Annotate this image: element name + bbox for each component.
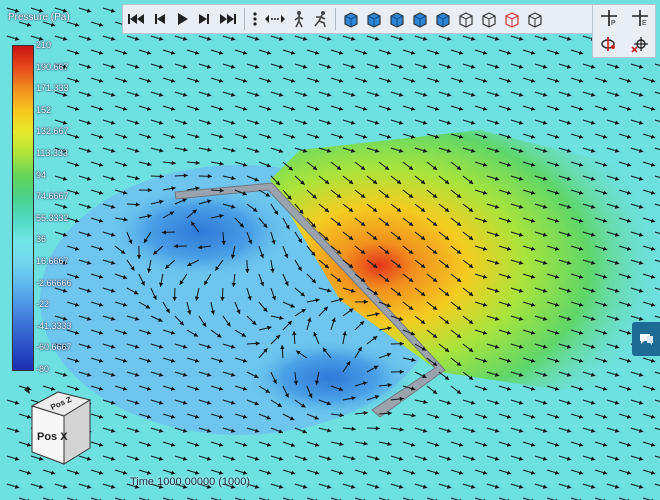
legend-tick-label: 171.333 bbox=[36, 83, 69, 94]
walk-mode-icon[interactable] bbox=[288, 7, 310, 31]
legend-colorbar bbox=[12, 45, 34, 371]
chat-bubble-icon bbox=[640, 334, 653, 345]
legend-tick-label: 152 bbox=[36, 104, 52, 115]
target-remove-icon[interactable] bbox=[624, 31, 655, 57]
legend-tick-label: -80 bbox=[36, 364, 50, 374]
legend-tick-label: 74.6667 bbox=[36, 191, 69, 202]
toolbar-separator bbox=[244, 8, 245, 30]
step-forward-icon[interactable] bbox=[193, 7, 215, 31]
probe-edge-icon[interactable]: E bbox=[624, 5, 655, 31]
legend-tick-label: 94 bbox=[36, 169, 47, 180]
step-back-icon[interactable] bbox=[149, 7, 171, 31]
skip-to-start-icon[interactable] bbox=[123, 7, 149, 31]
play-icon[interactable] bbox=[171, 7, 193, 31]
toolbar-separator bbox=[335, 8, 336, 30]
cube-front-label: Pos X bbox=[37, 431, 68, 443]
view-solid-top-icon[interactable] bbox=[408, 7, 431, 31]
view-solid-back-icon[interactable] bbox=[431, 7, 454, 31]
time-readout: Time 1000.00000 (1000) bbox=[130, 476, 251, 488]
probe-plus-icon[interactable]: P bbox=[593, 5, 624, 31]
legend-tick-label: 190.667 bbox=[36, 61, 69, 72]
flow-field-canvas bbox=[0, 0, 660, 500]
skip-to-end-icon[interactable] bbox=[215, 7, 241, 31]
run-mode-icon[interactable] bbox=[310, 7, 332, 31]
legend-tick-label: -60.6667 bbox=[36, 342, 72, 353]
svg-text:E: E bbox=[642, 20, 647, 27]
legend-tick-label: -2.66666 bbox=[36, 277, 72, 288]
view-wire-red-icon[interactable] bbox=[500, 7, 523, 31]
view-solid-side-icon[interactable] bbox=[362, 7, 385, 31]
legend-title: Pressure (Pa) bbox=[8, 12, 70, 23]
view-wire-back-icon[interactable] bbox=[523, 7, 546, 31]
legend-tick-label: 36 bbox=[36, 234, 47, 245]
pan-arrows-icon[interactable] bbox=[262, 7, 288, 31]
view-buttons bbox=[339, 7, 546, 31]
main-toolbar bbox=[122, 4, 594, 34]
low-pressure-core-upper bbox=[105, 184, 295, 280]
legend-tick-label: -22 bbox=[36, 299, 50, 310]
view-solid-front-icon[interactable] bbox=[339, 7, 362, 31]
axis-marker-icon bbox=[24, 386, 30, 394]
legend-tick-label: -41.3333 bbox=[36, 320, 72, 331]
more-menu-icon[interactable] bbox=[248, 7, 262, 31]
chat-tab-button[interactable] bbox=[632, 322, 660, 356]
view-wire-iso-icon[interactable] bbox=[454, 7, 477, 31]
legend-tick-label: 113.333 bbox=[36, 148, 68, 158]
view-wire-front-icon[interactable] bbox=[477, 7, 500, 31]
legend-tick-label: 210 bbox=[36, 40, 52, 50]
svg-text:P: P bbox=[611, 20, 616, 27]
view-solid-iso-icon[interactable] bbox=[385, 7, 408, 31]
legend-tick-label: 132.667 bbox=[36, 126, 69, 137]
legend-tick-label: 16.6667 bbox=[36, 256, 69, 266]
legend-tick-label: 55.3332 bbox=[36, 212, 69, 223]
side-toolbar: P E bbox=[592, 4, 656, 58]
orientation-cube[interactable]: Pos Z Pos X bbox=[18, 386, 98, 472]
simulation-viewport[interactable]: Pressure (Pa) 210 190.667 171.333 152 132.66… bbox=[0, 0, 660, 500]
rotate-axis-icon[interactable] bbox=[593, 31, 624, 57]
